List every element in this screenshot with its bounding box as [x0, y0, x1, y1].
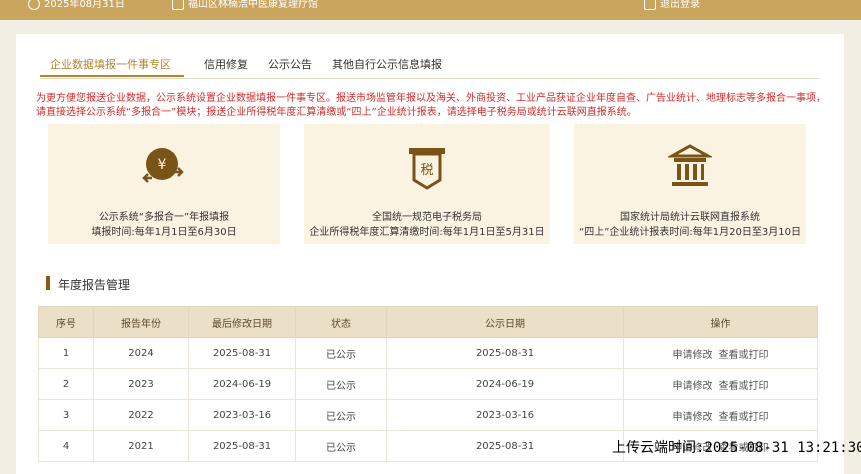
view-print-link[interactable]: 查看或打印 — [719, 412, 769, 423]
tax-document-icon: 税 — [409, 148, 445, 190]
table-row: 2 2023 2024-06-19 已公示 2024-06-19 申请修改 查看或… — [38, 368, 818, 400]
card-statistics[interactable]: 国家统计局统计云联网直报系统 “四上”企业统计报表时间:每年1月20日至3月10… — [574, 124, 806, 244]
view-print-link[interactable]: 查看或打印 — [719, 381, 769, 392]
section-title: 年度报告管理 — [58, 278, 131, 292]
apply-modify-link[interactable]: 申请修改 — [673, 381, 713, 392]
tab-credit-repair[interactable]: 信用修复 — [204, 56, 248, 72]
clock-icon — [28, 0, 40, 10]
col-no: 序号 — [38, 306, 94, 338]
card-period: “四上”企业统计报表时间:每年1月20日至3月10日 — [579, 227, 801, 238]
svg-text:税: 税 — [420, 163, 433, 178]
col-pubdate: 公示日期 — [386, 306, 624, 338]
col-modified: 最后修改日期 — [188, 306, 296, 338]
card-title: 全国统一规范电子税务局 — [372, 212, 482, 223]
table-header: 序号 报告年份 最后修改日期 状态 公示日期 操作 — [38, 306, 818, 338]
date-display: 2025年08月31日 — [28, 0, 125, 10]
tab-announcements[interactable]: 公示公告 — [268, 56, 312, 72]
view-print-link[interactable]: 查看或打印 — [719, 350, 769, 361]
card-period: 填报时间:每年1月1日至6月30日 — [91, 227, 237, 238]
table-row: 1 2024 2025-08-31 已公示 2025-08-31 申请修改 查看或… — [38, 337, 818, 369]
card-multi-report[interactable]: ¥ 公示系统“多报合一”年报填报 填报时间:每年1月1日至6月30日 — [48, 124, 280, 244]
card-tax-bureau[interactable]: 税 全国统一规范电子税务局 企业所得税年度汇算清缴时间:每年1月1日至5月31日 — [304, 124, 550, 244]
card-title: 国家统计局统计云联网直报系统 — [620, 212, 760, 223]
government-building-icon — [668, 144, 712, 186]
card-title: 公示系统“多报合一”年报填报 — [98, 212, 230, 223]
hands-coin-icon: ¥ — [142, 148, 184, 183]
table-row: 3 2022 2023-03-16 已公示 2023-03-16 申请修改 查看或… — [38, 399, 818, 431]
apply-modify-link[interactable]: 申请修改 — [673, 350, 713, 361]
card-period: 企业所得税年度汇算清缴时间:每年1月1日至5月31日 — [309, 227, 545, 238]
upload-timestamp-watermark: 上传云端时间:2025-08-31 13:21:30 — [612, 440, 861, 456]
col-status: 状态 — [295, 306, 387, 338]
active-tab-indicator — [40, 75, 184, 77]
org-name: 福山区林楠浩中医康复理疗馆 — [172, 0, 318, 10]
logout-icon — [644, 0, 656, 10]
top-bar: 2025年08月31日 福山区林楠浩中医康复理疗馆 退出登录 — [0, 0, 861, 20]
apply-modify-link[interactable]: 申请修改 — [673, 412, 713, 423]
main-panel: 企业数据填报一件事专区 信用修复 公示公告 其他自行公示信息填报 为更方便您报送… — [16, 34, 844, 474]
tab-one-stop-zone[interactable]: 企业数据填报一件事专区 — [50, 56, 171, 72]
notice-text: 为更方便您报送企业数据，公示系统设置企业数据填报一件事专区。报送市场监管年报以及… — [36, 93, 826, 118]
building-icon — [172, 0, 184, 10]
svg-text:¥: ¥ — [158, 157, 167, 173]
tab-divider — [40, 78, 820, 79]
tab-other-disclosure[interactable]: 其他自行公示信息填报 — [332, 56, 442, 72]
col-actions: 操作 — [623, 306, 818, 338]
logout-button[interactable]: 退出登录 — [644, 0, 700, 10]
col-year: 报告年份 — [93, 306, 189, 338]
